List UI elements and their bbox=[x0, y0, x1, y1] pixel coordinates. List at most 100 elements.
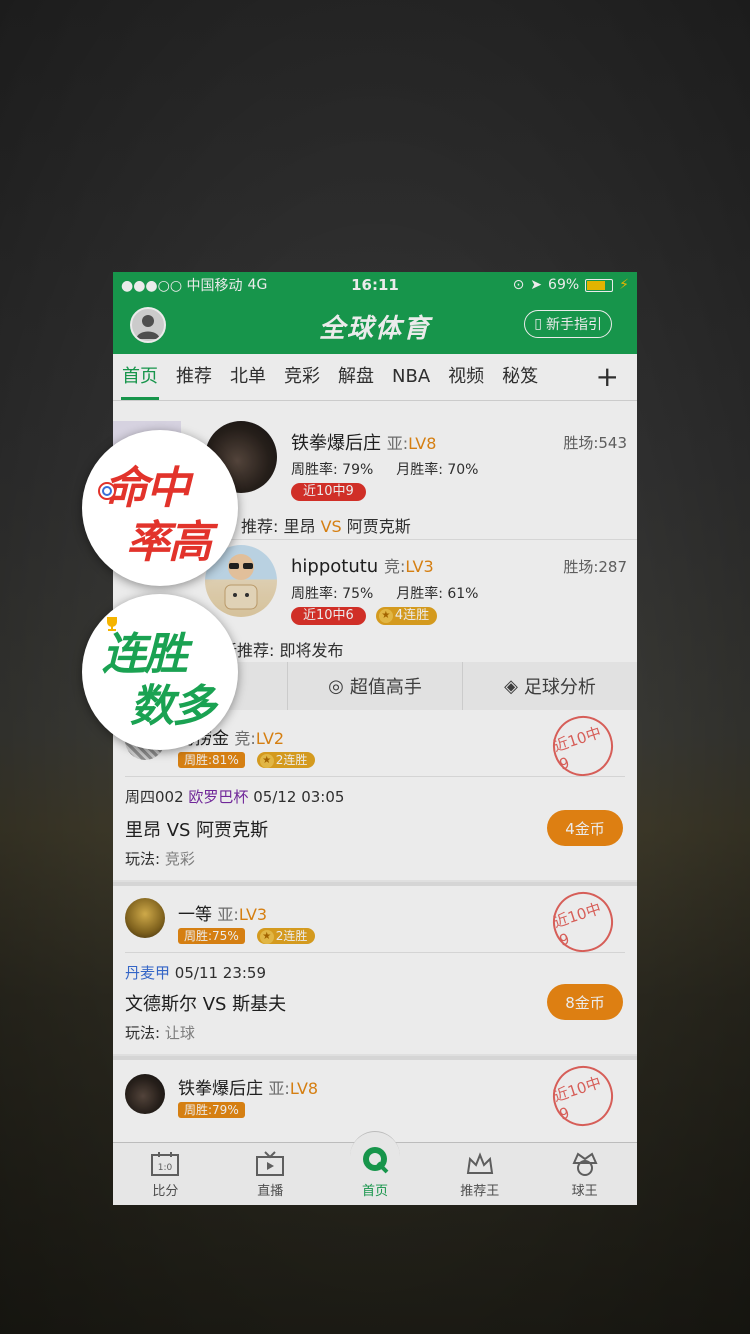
level: LV2 bbox=[255, 729, 285, 748]
level: LV3 bbox=[405, 557, 434, 576]
header: ●●●○○ 中国移动 4G 16:11 ⊙ ➤ 69% ⚡ 全球体育 ▯ 新手指… bbox=[113, 272, 637, 354]
streak-tag: ★ 4连胜 bbox=[375, 607, 438, 625]
profile-avatar-button[interactable] bbox=[130, 307, 166, 343]
tab-nba[interactable]: NBA bbox=[383, 354, 439, 400]
target-icon bbox=[98, 482, 116, 500]
app-title: 全球体育 bbox=[318, 313, 431, 344]
nav-label: 首页 bbox=[361, 1184, 388, 1199]
battery-icon bbox=[585, 278, 614, 292]
expert-name: 一等 bbox=[178, 905, 212, 925]
level-prefix: 亚: bbox=[268, 1079, 290, 1098]
trophy-icon bbox=[107, 617, 117, 631]
badge-line-2: 数多 bbox=[130, 681, 216, 732]
tab-video[interactable]: 视频 bbox=[439, 354, 493, 400]
hit-tag: 近10中6 bbox=[291, 607, 366, 625]
play-type: 让球 bbox=[164, 1024, 195, 1042]
divider bbox=[125, 776, 625, 777]
nav-live[interactable]: 直播 bbox=[218, 1143, 323, 1205]
tab-analysis[interactable]: 解盘 bbox=[329, 354, 383, 400]
app-bar: 全球体育 ▯ 新手指引 bbox=[113, 298, 637, 354]
match-title: 文德斯尔 VS 斯基夫 bbox=[125, 994, 287, 1015]
level-prefix: 竞: bbox=[234, 729, 256, 748]
recommend-card[interactable]: 一等 亚:LV3 周胜:75% ★ 2连胜 近10中9 丹麦甲 05/11 23:… bbox=[113, 884, 637, 1054]
status-bar: ●●●○○ 中国移动 4G 16:11 ⊙ ➤ 69% ⚡ bbox=[113, 272, 637, 298]
match-title: 里昂 VS 阿贾克斯 bbox=[125, 820, 269, 841]
guide-button[interactable]: ▯ 新手指引 bbox=[524, 310, 612, 338]
subtab-value-experts[interactable]: ◎ 超值高手 bbox=[287, 662, 462, 710]
avatar bbox=[125, 898, 165, 938]
scoreboard-icon: 1:0 bbox=[151, 1152, 180, 1176]
tab-jingcai[interactable]: 竞彩 bbox=[275, 354, 329, 400]
expert-name: 铁拳爆后庄 bbox=[291, 433, 381, 454]
play-type: 竞彩 bbox=[164, 850, 195, 868]
win-count: 胜场:287 bbox=[563, 558, 627, 576]
stamp-badge: 近10中9 bbox=[545, 708, 621, 784]
level-prefix: 亚: bbox=[386, 434, 409, 453]
win-streak-badge: 连胜 数多 bbox=[82, 594, 238, 750]
nav-king[interactable]: 球王 bbox=[532, 1143, 637, 1205]
week-tag: 周胜:75% bbox=[178, 928, 245, 944]
streak-tag: ★ 2连胜 bbox=[256, 928, 316, 944]
stamp-badge: 近10中9 bbox=[545, 884, 621, 960]
subtab-football-analysis[interactable]: ◈ 足球分析 bbox=[462, 662, 637, 710]
tab-beidan[interactable]: 北单 bbox=[221, 354, 275, 400]
guide-label: 新手指引 bbox=[546, 317, 602, 333]
rec-prefix: 推荐: bbox=[241, 517, 284, 536]
level: LV8 bbox=[408, 434, 437, 453]
star-icon: ★ bbox=[259, 753, 274, 768]
expert-row[interactable]: hippotutu 竞:LV3 胜场:287 周胜率: 75% 月胜率: 61%… bbox=[201, 539, 633, 663]
crown-icon bbox=[466, 1152, 493, 1174]
clock: 16:11 bbox=[351, 276, 399, 294]
level: LV3 bbox=[238, 905, 268, 924]
tab-home[interactable]: 首页 bbox=[113, 354, 167, 400]
rec-text: 即将发布 bbox=[279, 641, 344, 660]
svg-text:1:0: 1:0 bbox=[158, 1163, 173, 1173]
tv-icon bbox=[256, 1151, 285, 1176]
match-datetime: 05/12 03:05 bbox=[253, 788, 345, 806]
home-logo-icon bbox=[362, 1147, 389, 1174]
nav-recommend-king[interactable]: 推荐王 bbox=[427, 1143, 532, 1205]
week-tag: 周胜:81% bbox=[178, 752, 245, 768]
buy-button[interactable]: 4金币 bbox=[547, 810, 623, 846]
expert-name: hippotutu bbox=[291, 556, 379, 577]
user-icon bbox=[136, 315, 160, 339]
top-tabs: 首页 推荐 北单 竞彩 解盘 NBA 视频 秘笈 + bbox=[113, 354, 637, 401]
badge-line-2: 率高 bbox=[126, 517, 212, 568]
week-tag: 周胜:79% bbox=[178, 1102, 245, 1118]
buy-button[interactable]: 8金币 bbox=[547, 984, 623, 1020]
star-icon: ★ bbox=[378, 608, 393, 623]
nav-label: 比分 bbox=[152, 1184, 179, 1199]
streak-label: 2连胜 bbox=[275, 929, 308, 943]
month-rate: 月胜率: 61% bbox=[396, 586, 479, 602]
hit-tag: 近10中9 bbox=[291, 483, 366, 501]
nav-label: 推荐王 bbox=[460, 1184, 500, 1199]
subtab-label: 足球分析 bbox=[523, 677, 596, 698]
avatar bbox=[125, 1074, 165, 1114]
match-datetime: 05/11 23:59 bbox=[174, 964, 267, 982]
expert-row[interactable]: 铁拳爆后庄 亚:LV8 胜场:543 周胜率: 79% 月胜率: 70% 近10… bbox=[201, 401, 633, 539]
week-rate: 周胜率: 79% bbox=[291, 462, 374, 478]
book-icon: ▯ bbox=[534, 316, 542, 332]
rec-vs: VS bbox=[320, 517, 342, 536]
level: LV8 bbox=[289, 1079, 319, 1098]
tab-tips[interactable]: 秘笈 bbox=[493, 354, 547, 400]
stamp-badge: 近10中9 bbox=[545, 1058, 621, 1134]
add-tab-button[interactable]: + bbox=[596, 360, 619, 393]
divider bbox=[125, 952, 625, 953]
nav-label: 球王 bbox=[571, 1184, 598, 1199]
nav-home[interactable]: 首页 bbox=[323, 1131, 428, 1205]
streak-label: 2连胜 bbox=[275, 753, 308, 767]
tab-recommend[interactable]: 推荐 bbox=[167, 354, 221, 400]
match-code: 周四002 bbox=[125, 788, 184, 806]
level-prefix: 亚: bbox=[217, 905, 239, 924]
king-icon bbox=[572, 1152, 598, 1176]
play-label: 玩法: bbox=[125, 1024, 165, 1042]
nav-score[interactable]: 1:0 比分 bbox=[113, 1143, 218, 1205]
streak-label: 4连胜 bbox=[394, 608, 430, 623]
gem-icon: ◎ bbox=[328, 675, 344, 697]
rec-away: 阿贾克斯 bbox=[346, 517, 411, 536]
league: 丹麦甲 bbox=[125, 964, 171, 982]
level-prefix: 竞: bbox=[383, 557, 406, 576]
streak-tag: ★ 2连胜 bbox=[256, 752, 316, 768]
nav-label: 直播 bbox=[257, 1184, 284, 1199]
